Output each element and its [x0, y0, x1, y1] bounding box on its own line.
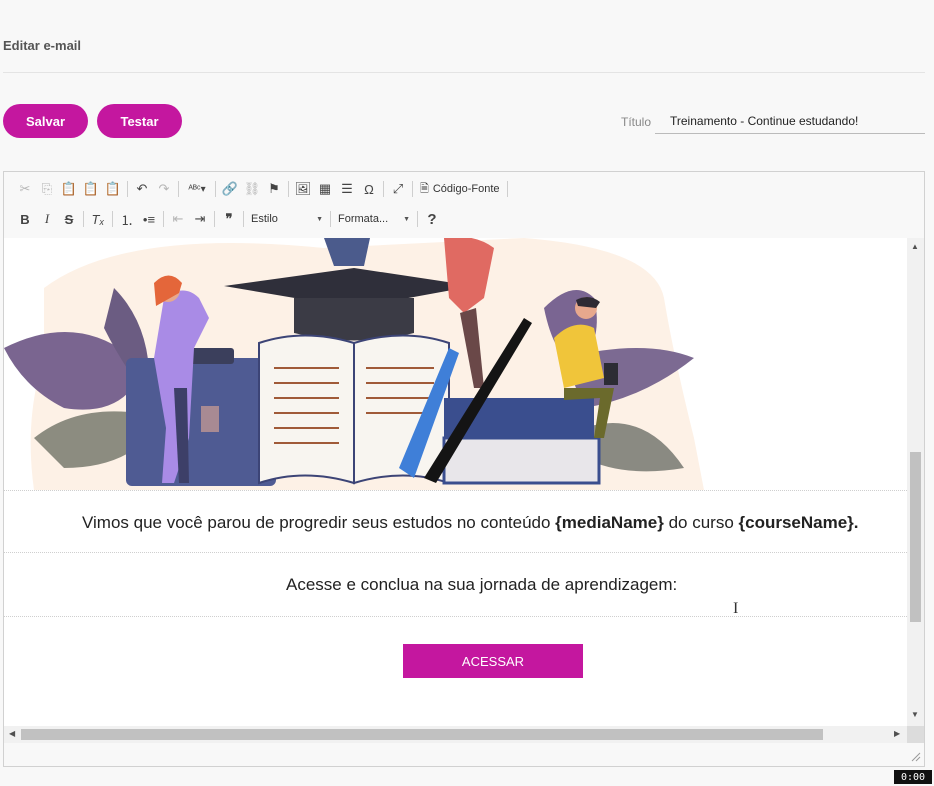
toolbar-separator: [330, 211, 331, 227]
chevron-down-icon: ▼: [316, 215, 323, 223]
horizontal-scroll-thumb[interactable]: [21, 729, 823, 740]
scroll-up-icon[interactable]: ▲: [911, 242, 919, 251]
editor-content[interactable]: Vimos que você parou de progredir seus e…: [4, 238, 907, 726]
source-label: Código-Fonte: [432, 183, 500, 195]
special-char-icon[interactable]: Ω: [358, 178, 380, 200]
paste-text-icon[interactable]: 📋: [80, 178, 102, 200]
toolbar-separator: [215, 181, 216, 197]
toolbar-row-1: ✂ ⎘ 📋 📋 📋 ↶ ↷ ᴬᴮᶜ▾ 🔗 ⛓ ⚑ 🖼 ▦ ☰ Ω ⤢ 🗎 Cód…: [14, 178, 511, 200]
format-combo[interactable]: Formata... ▼: [334, 213, 414, 225]
table-icon[interactable]: ▦: [314, 178, 336, 200]
copy-icon[interactable]: ⎘: [36, 178, 58, 200]
scroll-right-icon[interactable]: ▶: [894, 729, 900, 738]
scrollbar-corner: [907, 726, 924, 743]
page-title: Editar e-mail: [3, 38, 82, 53]
save-button[interactable]: Salvar: [3, 104, 88, 138]
outdent-icon[interactable]: ⇤: [167, 208, 189, 230]
maximize-icon[interactable]: ⤢: [387, 178, 409, 200]
toolbar-row-2: B I S Tₓ ⒈ •≡ ⇤ ⇥ ❞ Estilo ▼ Formata... …: [14, 208, 443, 230]
format-combo-label: Formata...: [338, 213, 389, 225]
numbered-list-icon[interactable]: ⒈: [116, 208, 138, 230]
bold-icon[interactable]: B: [14, 208, 36, 230]
toolbar-separator: [412, 181, 413, 197]
message-prefix: Vimos que você parou de progredir seus e…: [82, 513, 556, 532]
progress-message: Vimos que você parou de progredir seus e…: [82, 513, 859, 533]
source-button[interactable]: 🗎 Código-Fonte: [416, 180, 504, 199]
style-combo[interactable]: Estilo ▼: [247, 213, 327, 225]
toolbar-separator: [112, 211, 113, 227]
button-row: ACESSAR: [4, 616, 907, 715]
toolbar-separator: [288, 181, 289, 197]
message-mid: do curso: [663, 513, 739, 532]
bulleted-list-icon[interactable]: •≡: [138, 208, 160, 230]
resize-handle-icon[interactable]: [909, 750, 921, 762]
toolbar-separator: [214, 211, 215, 227]
strikethrough-icon[interactable]: S: [58, 208, 80, 230]
anchor-icon[interactable]: ⚑: [263, 178, 285, 200]
horizontal-rule-icon[interactable]: ☰: [336, 178, 358, 200]
undo-icon[interactable]: ↶: [131, 178, 153, 200]
style-combo-label: Estilo: [251, 213, 278, 225]
link-icon[interactable]: 🔗: [219, 178, 241, 200]
toolbar-separator: [127, 181, 128, 197]
image-icon[interactable]: 🖼: [292, 178, 314, 200]
toolbar-separator: [383, 181, 384, 197]
italic-icon[interactable]: I: [36, 208, 58, 230]
toolbar-separator: [417, 211, 418, 227]
access-button[interactable]: ACESSAR: [403, 644, 583, 678]
source-icon: 🗎: [420, 182, 429, 195]
paste-icon[interactable]: 📋: [58, 178, 80, 200]
toolbar-separator: [243, 211, 244, 227]
test-button[interactable]: Testar: [97, 104, 182, 138]
toolbar-separator: [83, 211, 84, 227]
hero-illustration: [4, 238, 907, 490]
remove-format-icon[interactable]: Tₓ: [87, 208, 109, 230]
vertical-scroll-thumb[interactable]: [910, 452, 921, 622]
cta-message: Acesse e conclua na sua jornada de apren…: [286, 575, 678, 594]
paste-word-icon[interactable]: 📋: [102, 178, 124, 200]
horizontal-scrollbar[interactable]: ◀ ▶: [4, 726, 907, 743]
chevron-down-icon: ▼: [403, 215, 410, 223]
toolbar-separator: [163, 211, 164, 227]
vertical-scrollbar[interactable]: ▲ ▼: [907, 238, 924, 726]
toolbar-separator: [506, 181, 508, 197]
cta-row: Acesse e conclua na sua jornada de apren…: [4, 552, 907, 617]
education-illustration: [4, 238, 704, 490]
toolbar-separator: [178, 181, 179, 197]
redo-icon[interactable]: ↷: [153, 178, 175, 200]
spellcheck-icon[interactable]: ᴬᴮᶜ▾: [182, 178, 212, 200]
course-name-variable: {courseName}.: [738, 513, 859, 532]
recording-timer: 0:00: [894, 770, 932, 784]
help-icon[interactable]: ?: [421, 208, 443, 230]
scroll-left-icon[interactable]: ◀: [9, 729, 15, 738]
blockquote-icon[interactable]: ❞: [218, 208, 240, 230]
editor-toolbar: ✂ ⎘ 📋 📋 📋 ↶ ↷ ᴬᴮᶜ▾ 🔗 ⛓ ⚑ 🖼 ▦ ☰ Ω ⤢ 🗎 Cód…: [4, 172, 924, 239]
cut-icon[interactable]: ✂: [14, 178, 36, 200]
unlink-icon[interactable]: ⛓: [241, 178, 263, 200]
title-label: Título: [621, 115, 652, 129]
message-row: Vimos que você parou de progredir seus e…: [4, 490, 907, 553]
header-divider: [3, 72, 925, 73]
email-editor: ✂ ⎘ 📋 📋 📋 ↶ ↷ ᴬᴮᶜ▾ 🔗 ⛓ ⚑ 🖼 ▦ ☰ Ω ⤢ 🗎 Cód…: [3, 171, 925, 767]
text-cursor-icon: I: [733, 600, 739, 617]
indent-icon[interactable]: ⇥: [189, 208, 211, 230]
media-name-variable: {mediaName}: [555, 513, 664, 532]
title-input[interactable]: [655, 108, 925, 134]
scroll-down-icon[interactable]: ▼: [911, 710, 919, 719]
